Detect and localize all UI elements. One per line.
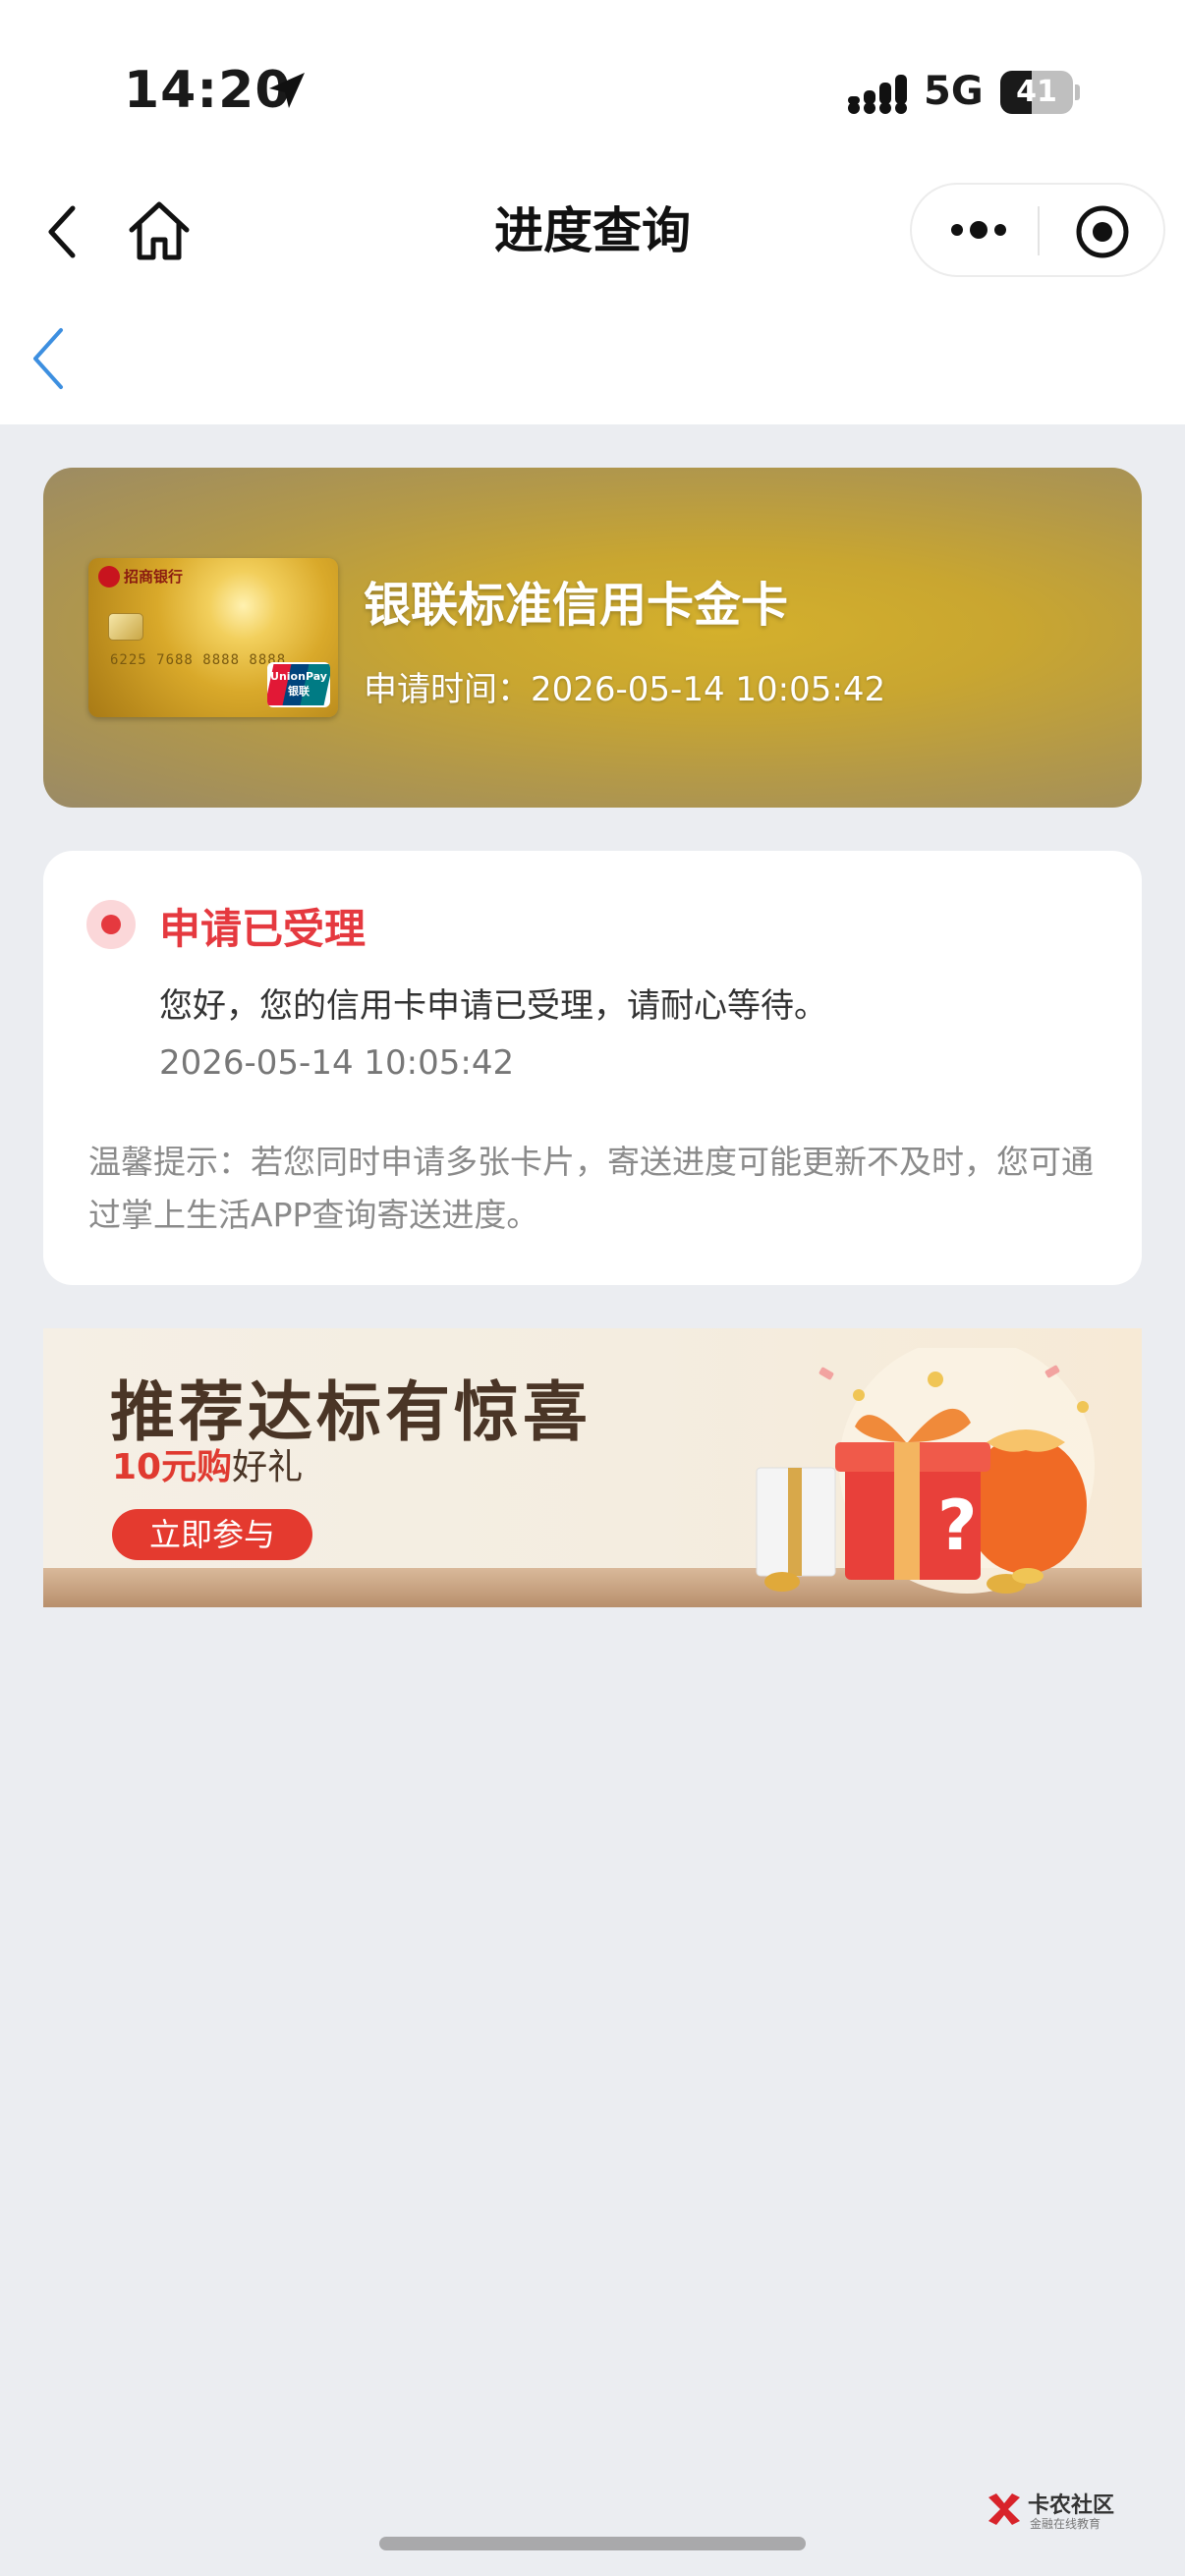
card-name: 银联标准信用卡金卡 [364, 578, 789, 633]
battery-icon: 41 [1000, 71, 1080, 114]
status-bar: 14:20 5G 41 [0, 0, 1185, 167]
watermark: 卡农社区 金融在线教育 [983, 2486, 1140, 2535]
battery-level: 41 [1016, 75, 1057, 109]
network-type: 5G [924, 69, 984, 114]
apply-time: 申请时间：2026-05-14 10:05:42 [364, 670, 886, 709]
status-card: 申请已受理 您好，您的信用卡申请已受理，请耐心等待。 2026-05-14 10… [43, 851, 1142, 1285]
promo-subtitle: 10元购好礼 [112, 1438, 303, 1489]
sub-header [0, 295, 1185, 424]
location-arrow-icon [269, 73, 305, 108]
join-now-button[interactable]: 立即参与 [112, 1509, 312, 1560]
status-time: 2026-05-14 10:05:42 [159, 1043, 515, 1083]
svg-text:?: ? [937, 1485, 978, 1566]
status-message: 您好，您的信用卡申请已受理，请耐心等待。 [159, 986, 827, 1026]
bank-logo-icon [98, 566, 120, 588]
capsule-divider [1038, 206, 1040, 255]
back-icon[interactable] [39, 202, 88, 261]
home-icon[interactable] [126, 198, 193, 263]
cellular-signal-icon [848, 75, 907, 114]
card-header: 招商银行 6225 7688 8888 8888 UnionPay 银联 银联标… [43, 468, 1142, 808]
more-icon[interactable] [947, 210, 1010, 250]
card-image-bank-name: 招商银行 [124, 568, 184, 586]
card-image-number: 6225 7688 8888 8888 [110, 652, 287, 668]
unionpay-logo-icon: UnionPay 银联 [267, 662, 330, 707]
card-chip-icon [108, 613, 143, 641]
mini-program-capsule [910, 183, 1165, 277]
promo-banner[interactable]: 推荐达标有惊喜 10元购好礼 立即参与 ? [43, 1328, 1142, 1607]
status-tip: 温馨提示：若您同时申请多张卡片，寄送进度可能更新不及时，您可通过掌上生活APP查… [88, 1143, 1094, 1234]
promo-subtitle-rest: 好礼 [232, 1447, 304, 1487]
home-indicator[interactable] [379, 2537, 806, 2550]
join-now-label: 立即参与 [148, 1516, 275, 1553]
close-mini-program-icon[interactable] [1073, 202, 1132, 261]
unionpay-logo-text: UnionPay 银联 [270, 670, 327, 698]
kanong-logo-icon [988, 2493, 1020, 2525]
gift-box-illustration-icon: ? [756, 1348, 1095, 1594]
credit-card-image: 招商银行 6225 7688 8888 8888 UnionPay 银联 [88, 558, 338, 717]
status-dot-icon [86, 900, 136, 949]
back-arrow-icon[interactable] [29, 326, 69, 391]
watermark-subtitle: 金融在线教育 [1030, 2517, 1101, 2531]
nav-bar: 进度查询 [0, 167, 1185, 295]
promo-subtitle-red: 10元购 [112, 1447, 233, 1487]
status-title: 申请已受理 [159, 905, 367, 953]
